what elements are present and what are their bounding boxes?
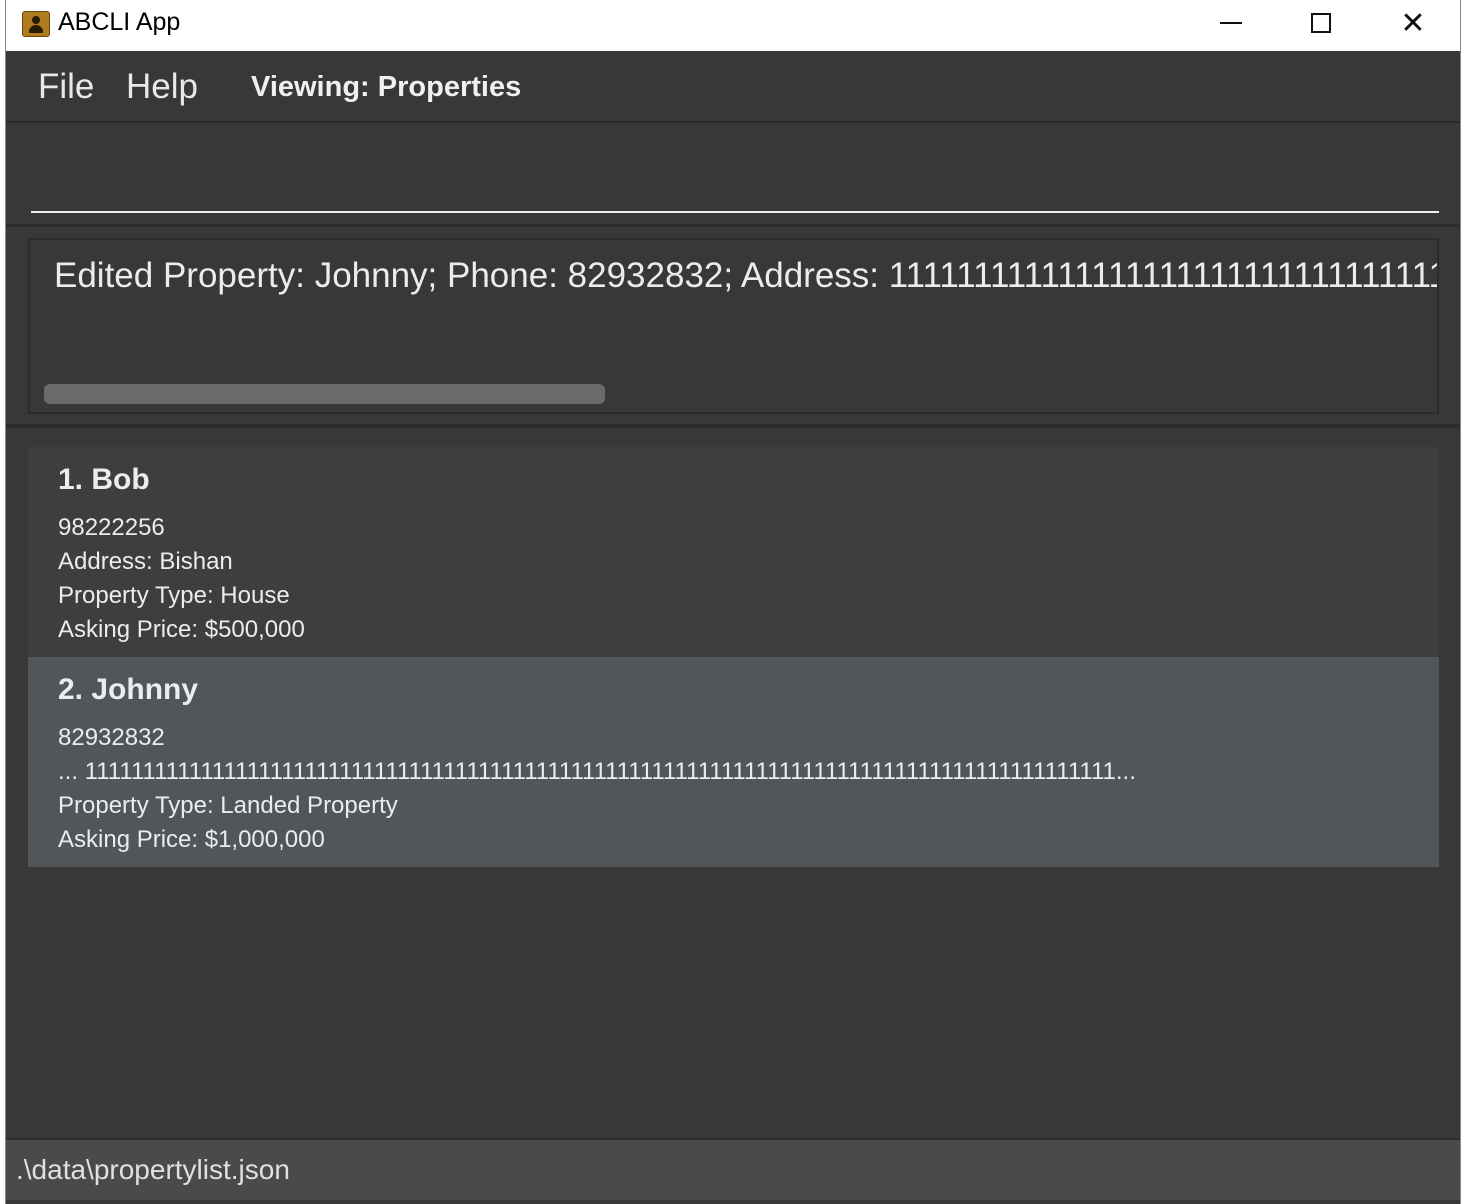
property-card-selected[interactable]: 2. Johnny 82932832 ... 11111111111111111… (28, 657, 1439, 867)
app-person-icon (22, 11, 50, 37)
result-display[interactable]: Edited Property: Johnny; Phone: 82932832… (28, 238, 1439, 414)
property-price: Asking Price: $500,000 (58, 616, 305, 643)
menu-bar: File Help Viewing: Properties (6, 51, 1460, 123)
maximize-icon (1311, 13, 1331, 33)
close-icon: ✕ (1400, 5, 1426, 41)
divider (6, 424, 1460, 428)
property-name: 2. Johnny (58, 673, 199, 706)
minimize-icon (1220, 22, 1242, 24)
menu-help[interactable]: Help (126, 67, 198, 107)
maximize-button[interactable] (1276, 0, 1366, 46)
property-list[interactable]: 1. Bob 98222256 Address: Bishan Property… (28, 447, 1439, 867)
minimize-button[interactable] (1186, 0, 1276, 46)
data-file-path: .\data\propertylist.json (16, 1154, 290, 1185)
command-input[interactable] (31, 145, 1439, 213)
app-window: ABCLI App ✕ File Help Viewing: Propertie… (5, 0, 1461, 1204)
window-title: ABCLI App (58, 8, 181, 36)
property-address: ... 111111111111111111111111111111111111… (58, 758, 1136, 785)
property-phone: 82932832 (58, 724, 165, 751)
property-type: Property Type: Landed Property (58, 792, 398, 819)
menu-file[interactable]: File (38, 67, 94, 107)
result-text: Edited Property: Johnny; Phone: 82932832… (54, 256, 1437, 295)
close-button[interactable]: ✕ (1368, 0, 1458, 46)
property-card[interactable]: 1. Bob 98222256 Address: Bishan Property… (28, 447, 1439, 657)
property-name: 1. Bob (58, 463, 150, 496)
horizontal-scrollbar[interactable] (44, 384, 605, 404)
property-price: Asking Price: $1,000,000 (58, 826, 325, 853)
property-address: Address: Bishan (58, 548, 233, 575)
property-type: Property Type: House (58, 582, 290, 609)
property-phone: 98222256 (58, 514, 165, 541)
command-box (6, 125, 1460, 227)
title-bar[interactable]: ABCLI App ✕ (6, 0, 1460, 51)
status-bar: .\data\propertylist.json (6, 1138, 1460, 1200)
viewing-label: Viewing: Properties (251, 71, 522, 103)
